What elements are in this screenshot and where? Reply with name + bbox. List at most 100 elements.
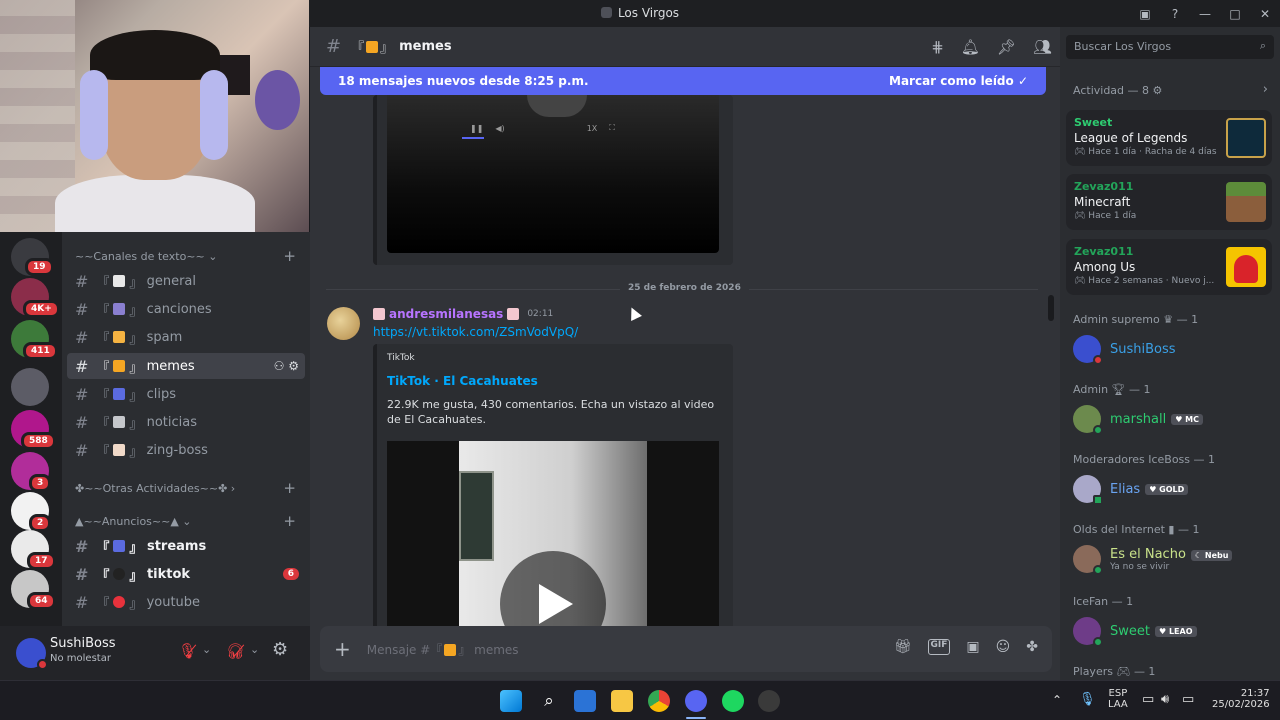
category-announcements[interactable]: ▲~~Anuncios~~▲ ⌄	[75, 515, 192, 528]
category-other-activities[interactable]: ✤~~Otras Actividades~~✤ ›	[75, 482, 235, 495]
server-icon[interactable]: 19	[11, 238, 54, 276]
chevron-down-icon[interactable]: ⌄	[202, 643, 211, 656]
plush-toy	[255, 70, 300, 130]
game-art-among-us	[1226, 247, 1266, 287]
pin-icon[interactable]: 📌︎	[997, 38, 1016, 56]
member-item[interactable]: Es el Nacho ☾ Nebu Ya no se vivir	[1073, 543, 1273, 575]
play-button-icon[interactable]	[527, 95, 587, 117]
dnd-status-icon	[37, 659, 48, 670]
server-icon[interactable]	[11, 368, 49, 406]
discord-icon[interactable]	[685, 690, 707, 712]
inbox-icon[interactable]: ▣	[1130, 7, 1160, 21]
battery-icon[interactable]: ▭	[1182, 692, 1194, 707]
windows-start-icon[interactable]	[500, 690, 522, 712]
member-item[interactable]: SushiBoss	[1073, 333, 1273, 365]
video-player[interactable]: ❚❚ ◀) 1X ⛶	[387, 95, 719, 253]
volume-icon[interactable]: ◀)	[495, 124, 504, 133]
fullscreen-icon[interactable]: ⛶	[609, 123, 615, 133]
close-button[interactable]: ✕	[1250, 7, 1280, 21]
server-icon[interactable]: 64	[11, 570, 56, 610]
member-item[interactable]: Elias ♥ GOLD	[1073, 473, 1273, 505]
bell-icon[interactable]: 🔔︎	[961, 38, 980, 56]
status-icon	[1093, 565, 1103, 575]
video-progress[interactable]	[462, 137, 484, 139]
channel-tiktok[interactable]: # 『』 tiktok 6	[67, 561, 305, 587]
add-channel-icon[interactable]: +	[283, 247, 296, 265]
user-status: No molestar	[50, 653, 111, 664]
activity-card[interactable]: Zevaz011 Among Us 🎮︎ Hace 2 semanas · Nu…	[1066, 239, 1272, 295]
pause-icon[interactable]: ❚❚	[470, 124, 483, 133]
video-player[interactable]	[387, 441, 719, 626]
settings-icon[interactable]: ⚙	[288, 359, 299, 373]
server-icon[interactable]: 2	[11, 492, 52, 532]
volume-icon[interactable]: 🔊︎	[1161, 692, 1169, 707]
threads-icon[interactable]: ⋕	[931, 38, 944, 56]
settings-icon[interactable]: ⚙	[1153, 84, 1163, 97]
server-icon[interactable]: 411	[11, 320, 58, 360]
avatar[interactable]	[327, 307, 360, 340]
activity-card[interactable]: Zevaz011 Minecraft 🎮︎ Hace 1 día	[1066, 174, 1272, 230]
gift-icon[interactable]: 🎁︎	[894, 639, 912, 655]
tray-chevron-icon[interactable]: ⌃	[1052, 693, 1062, 707]
channel-canciones[interactable]: # 『』 canciones	[67, 296, 305, 322]
chevron-right-icon[interactable]: ›	[1263, 82, 1268, 97]
scrollbar-thumb[interactable]	[1048, 295, 1054, 321]
invite-icon[interactable]: ⚇	[274, 359, 285, 373]
message-input[interactable]: + Mensaje #『』 memes 🎁︎ GIF ▣ ☺ ✤	[320, 626, 1052, 672]
message-author[interactable]: andresmilanesas	[389, 307, 503, 321]
add-attachment-icon[interactable]: +	[334, 637, 351, 661]
channel-streams[interactable]: # 『』 streams	[67, 533, 305, 559]
message-link[interactable]: https://vt.tiktok.com/ZSmVodVpQ/	[373, 325, 578, 339]
channel-memes[interactable]: # 『』 memes ⚇ ⚙	[67, 353, 305, 379]
server-icon[interactable]: 17	[11, 530, 56, 570]
server-icon[interactable]: 588	[11, 410, 56, 450]
person-shirt	[55, 175, 255, 232]
app-icon[interactable]	[758, 690, 780, 712]
headphones-deafened-icon[interactable]: 🎧︎̸	[226, 642, 245, 660]
user-settings-icon[interactable]: ⚙	[272, 639, 288, 660]
search-icon[interactable]: ⌕	[538, 690, 560, 712]
member-item[interactable]: Sweet ♥ LEAO	[1073, 615, 1273, 647]
channel-general[interactable]: # 『』 general	[67, 268, 305, 294]
avatar[interactable]	[16, 638, 48, 670]
channel-spam[interactable]: # 『』 spam	[67, 324, 305, 350]
window-controls: ▣ ? — □ ✕	[1130, 0, 1280, 27]
language-indicator[interactable]: ESP LAA	[1108, 688, 1128, 710]
channel-zing-boss[interactable]: # 『』 zing-boss	[67, 437, 305, 463]
emoji-icon[interactable]: ☺	[996, 639, 1011, 655]
channel-clips[interactable]: # 『』 clips	[67, 381, 305, 407]
mark-as-read-button[interactable]: Marcar como leído ✓	[889, 74, 1028, 88]
server-icon[interactable]: 4K+	[11, 278, 60, 318]
server-icon[interactable]: 3	[11, 452, 52, 492]
clock[interactable]: 21:37 25/02/2026	[1212, 688, 1270, 710]
search-input[interactable]: Buscar Los Virgos ⌕	[1066, 35, 1274, 59]
category-text-channels[interactable]: ~~Canales de texto~~ ⌄	[75, 250, 217, 263]
network-icon[interactable]: ▭	[1142, 692, 1154, 707]
add-channel-icon[interactable]: +	[283, 512, 296, 530]
chevron-down-icon[interactable]: ⌄	[250, 643, 259, 656]
activity-card[interactable]: Sweet League of Legends 🎮︎ Hace 1 día · …	[1066, 110, 1272, 166]
minimize-button[interactable]: —	[1190, 7, 1220, 21]
embed-title[interactable]: TikTok · El Cacahuates	[387, 374, 538, 388]
mic-muted-icon[interactable]: 🎙︎̸	[178, 642, 197, 660]
store-icon[interactable]	[574, 690, 596, 712]
maximize-button[interactable]: □	[1220, 7, 1250, 21]
chrome-icon[interactable]	[648, 690, 670, 712]
file-explorer-icon[interactable]	[611, 690, 633, 712]
add-channel-icon[interactable]: +	[283, 479, 296, 497]
members-icon[interactable]: 👥︎	[1033, 38, 1052, 56]
gif-icon[interactable]: GIF	[927, 639, 951, 655]
channel-noticias[interactable]: # 『』 noticias	[67, 409, 305, 435]
spotify-icon[interactable]	[722, 690, 744, 712]
speed-indicator[interactable]: 1X	[587, 124, 598, 133]
new-messages-banner[interactable]: 18 mensajes nuevos desde 8:25 p.m. Marca…	[320, 67, 1046, 95]
channel-youtube[interactable]: # 『』 youtube	[67, 589, 305, 615]
taskbar: ⌕ ⌃ 🎙︎ ESP LAA ▭ 🔊︎ ▭ 21:37 25/02/2026	[0, 680, 1280, 720]
custom-status: Ya no se vivir	[1110, 561, 1170, 572]
microphone-icon[interactable]: 🎙︎	[1079, 692, 1096, 707]
member-item[interactable]: marshall ♥ MC	[1073, 403, 1273, 435]
sticker-icon[interactable]: ▣	[966, 639, 979, 655]
channel-list: ~~Canales de texto~~ ⌄ + # 『』 general # 『』…	[62, 232, 310, 626]
apps-icon[interactable]: ✤	[1026, 639, 1038, 655]
help-icon[interactable]: ?	[1160, 7, 1190, 21]
